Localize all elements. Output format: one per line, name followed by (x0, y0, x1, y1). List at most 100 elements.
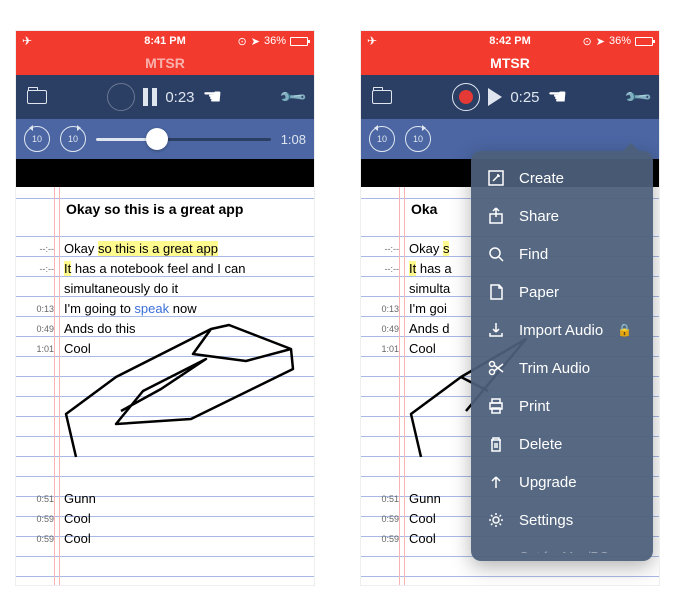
tools-button[interactable]: 🔧 (277, 82, 308, 113)
tools-dropdown: Create Share Find Paper Import Audio 🔒 Trim Au… (471, 151, 653, 561)
note-line[interactable]: --:--It has a notebook feel and I can (16, 259, 314, 279)
note-line[interactable]: simultaneously do it (16, 279, 314, 299)
note-line[interactable]: 0:49Ands do this (16, 319, 314, 339)
skip-forward-button[interactable]: 10 (60, 126, 86, 152)
duration: 1:08 (281, 132, 306, 147)
battery-pct: 36% (264, 35, 286, 47)
menu-item-cutoff[interactable]: Get for Mac/PC (471, 539, 653, 553)
menu-item-share[interactable]: Share (471, 197, 653, 235)
menu-item-delete[interactable]: Delete (471, 425, 653, 463)
share-icon (487, 207, 505, 225)
hand-cursor-icon: ☚ (548, 84, 568, 110)
menu-item-trim[interactable]: Trim Audio (471, 349, 653, 387)
note-line[interactable]: 0:59Cool (16, 529, 314, 549)
lock-icon: 🔒 (617, 323, 632, 337)
menu-item-label: Settings (519, 512, 573, 529)
menu-item-label: Import Audio (519, 322, 603, 339)
note-line[interactable]: 0:59Cool (16, 509, 314, 529)
record-button[interactable] (452, 83, 480, 111)
battery-icon (290, 37, 308, 46)
location-icon: ➤ (251, 35, 260, 48)
alarm-icon: ⊙ (583, 35, 592, 48)
skip-back-button[interactable]: 10 (369, 126, 395, 152)
status-time: 8:41 PM (144, 35, 186, 47)
timestamp: 0:51 (361, 489, 405, 509)
hand-cursor-icon: ☚ (203, 84, 223, 110)
timestamp: 0:59 (16, 529, 60, 549)
menu-item-import[interactable]: Import Audio 🔒 (471, 311, 653, 349)
timestamp: 0:51 (16, 489, 60, 509)
timestamp: 1:01 (16, 339, 60, 359)
delete-icon (487, 435, 505, 453)
airplane-icon: ✈ (22, 34, 32, 48)
print-icon (487, 397, 505, 415)
import-icon (487, 321, 505, 339)
skip-back-button[interactable]: 10 (24, 126, 50, 152)
menu-item-label: Share (519, 208, 559, 225)
timestamp: --:-- (16, 259, 60, 279)
note-text[interactable]: Ands do this (60, 319, 314, 339)
menu-item-create[interactable]: Create (471, 159, 653, 197)
timestamp: 1:01 (361, 339, 405, 359)
note-text[interactable]: Cool (60, 509, 314, 529)
menu-item-find[interactable]: Find (471, 235, 653, 273)
menu-item-label: Delete (519, 436, 562, 453)
folder-button[interactable] (371, 86, 393, 108)
note-line[interactable]: 1:01Cool (16, 339, 314, 359)
note-line[interactable]: --:--Okay so this is a great app (16, 239, 314, 259)
note-line[interactable]: 0:51Gunn (16, 489, 314, 509)
pause-button[interactable] (143, 88, 157, 106)
scrub-bar: 10 10 1:08 (16, 119, 314, 159)
record-button[interactable] (107, 83, 135, 111)
menu-item-paper[interactable]: Paper (471, 273, 653, 311)
alarm-icon: ⊙ (238, 35, 247, 48)
note-text[interactable]: Okay so this is a great app (60, 239, 314, 259)
timestamp: 0:59 (16, 509, 60, 529)
timestamp: 0:13 (361, 299, 405, 319)
note-text[interactable]: Gunn (60, 489, 314, 509)
airplane-icon: ✈ (367, 34, 377, 48)
title-bar: MTSR (16, 51, 314, 75)
title-bar: MTSR (361, 51, 659, 75)
find-icon (487, 245, 505, 263)
timestamp: --:-- (16, 239, 60, 259)
paper-icon (487, 283, 505, 301)
timestamp (361, 279, 405, 299)
note-line[interactable]: 0:13I'm going to speak now (16, 299, 314, 319)
note-text[interactable]: I'm going to speak now (60, 299, 314, 319)
location-icon: ➤ (596, 35, 605, 48)
menu-item-label: Trim Audio (519, 360, 590, 377)
notebook[interactable]: Okay so this is a great app --:--Okay so… (16, 187, 314, 585)
folder-button[interactable] (26, 86, 48, 108)
screen-right: ✈ 8:42 PM ⊙ ➤ 36% MTSR 0:25 ☚ 🔧 10 10 Ok… (360, 30, 660, 586)
play-button[interactable] (488, 88, 502, 106)
menu-item-print[interactable]: Print (471, 387, 653, 425)
elapsed-time: 0:25 (510, 89, 539, 106)
black-strip (16, 159, 314, 187)
status-bar: ✈ 8:42 PM ⊙ ➤ 36% (361, 31, 659, 51)
menu-item-label: Find (519, 246, 548, 263)
timestamp: 0:59 (361, 529, 405, 549)
screen-left: ✈ 8:41 PM ⊙ ➤ 36% MTSR 0:23 ☚ 🔧 10 10 1:… (15, 30, 315, 586)
menu-item-label: Print (519, 398, 550, 415)
menu-item-label: Create (519, 170, 564, 187)
settings-icon (487, 511, 505, 529)
note-text[interactable]: It has a notebook feel and I can (60, 259, 314, 279)
skip-forward-button[interactable]: 10 (405, 126, 431, 152)
upgrade-icon (487, 473, 505, 491)
trim-icon (487, 359, 505, 377)
note-text[interactable]: simultaneously do it (60, 279, 314, 299)
toolbar: 0:25 ☚ 🔧 (361, 75, 659, 119)
status-time: 8:42 PM (489, 35, 531, 47)
menu-item-settings[interactable]: Settings (471, 501, 653, 539)
status-bar: ✈ 8:41 PM ⊙ ➤ 36% (16, 31, 314, 51)
battery-icon (635, 37, 653, 46)
note-heading: Okay so this is a great app (16, 201, 314, 217)
scrub-slider[interactable] (96, 138, 271, 141)
note-text[interactable]: Cool (60, 339, 314, 359)
menu-item-upgrade[interactable]: Upgrade (471, 463, 653, 501)
timestamp: 0:49 (16, 319, 60, 339)
timestamp: 0:13 (16, 299, 60, 319)
note-text[interactable]: Cool (60, 529, 314, 549)
tools-button[interactable]: 🔧 (622, 82, 653, 113)
